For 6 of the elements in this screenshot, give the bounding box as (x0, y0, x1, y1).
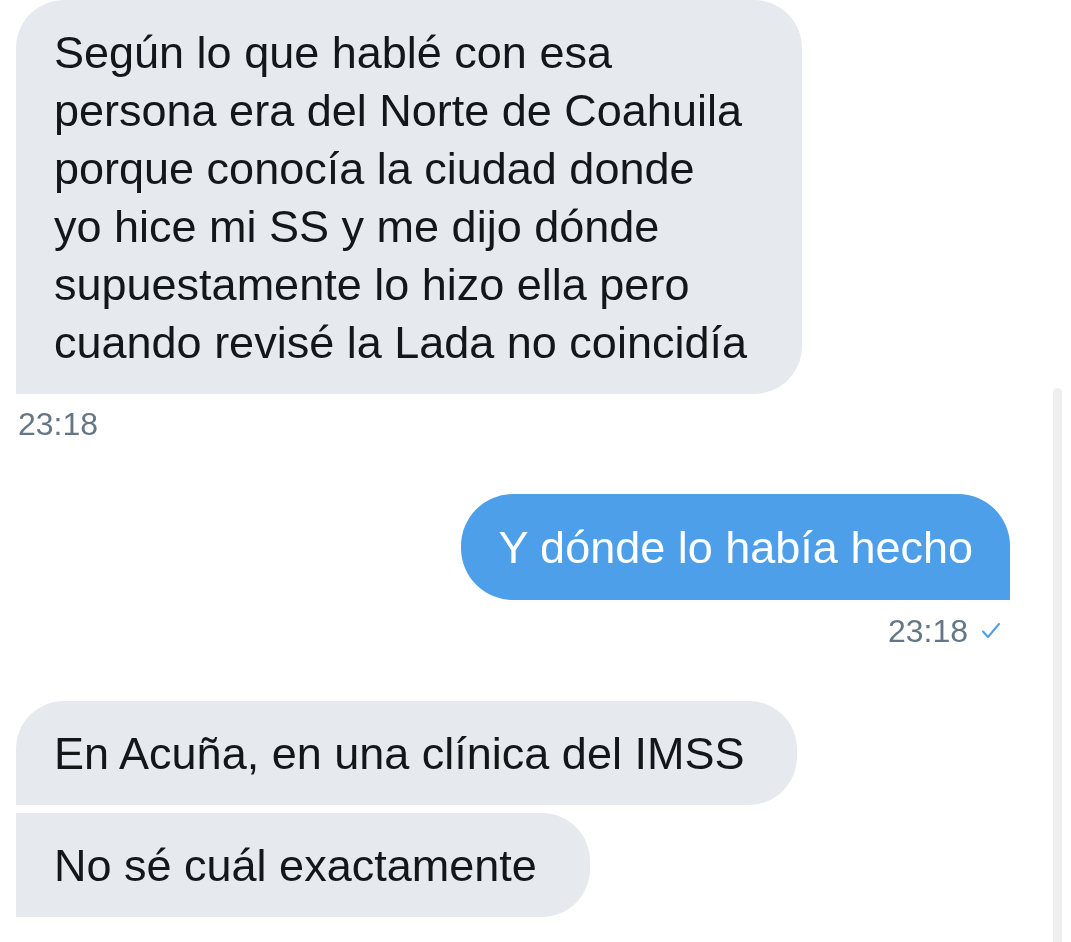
message-text: En Acuña, en una clínica del IMSS (54, 727, 745, 781)
message-time: 23:18 (887, 614, 968, 648)
message-text: No sé cuál exactamente (54, 839, 537, 893)
message-text: Según lo que hablé con esa persona era del Norte de Coahuila porque conocía la ciudad donde yo hice mi SS y me dijo dónde supuestamente lo hizo ella pero cuando revisé la Lada no coincidía (54, 26, 748, 370)
message-time: 23:18 (18, 407, 99, 441)
message-text: Y dónde lo había hecho (498, 521, 973, 575)
